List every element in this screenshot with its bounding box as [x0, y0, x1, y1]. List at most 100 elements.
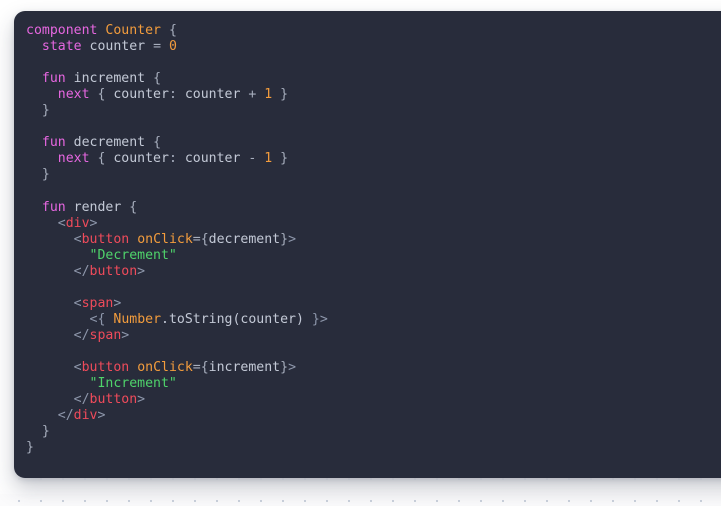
- code-token-op: :: [168, 151, 185, 167]
- code-token-op: {: [145, 71, 162, 87]
- code-token-pun: >: [97, 408, 106, 424]
- code-line: </button>: [26, 392, 721, 408]
- code-line: "Increment": [26, 376, 721, 392]
- code-token-tag: button: [89, 392, 138, 408]
- code-token-id: increment: [208, 359, 281, 375]
- code-token-op: }: [26, 103, 50, 119]
- code-token-pun: >: [137, 392, 146, 408]
- code-line: component Counter {: [26, 23, 721, 39]
- code-token-id: counter: [184, 151, 249, 167]
- source-code[interactable]: component Counter { state counter = 0 fu…: [14, 11, 721, 456]
- code-token-op: }: [26, 440, 34, 456]
- code-token-pun: >: [288, 359, 297, 375]
- code-token-id: [26, 87, 58, 102]
- code-line: </div>: [26, 408, 721, 424]
- code-token-tag: button: [89, 263, 138, 279]
- code-line: }: [26, 424, 721, 440]
- code-token-id: [26, 151, 58, 166]
- code-token-op: {: [121, 199, 138, 215]
- code-token-tag: button: [81, 231, 130, 247]
- code-line: }: [26, 440, 721, 456]
- code-token-op: }: [26, 424, 50, 440]
- code-token-op: {: [145, 135, 162, 151]
- code-token-id: [26, 376, 90, 391]
- code-token-pun: >: [137, 263, 146, 279]
- code-token-pun: >: [288, 231, 297, 247]
- code-token-op: }: [26, 167, 50, 183]
- code-token-attr: onClick: [137, 359, 193, 375]
- code-token-pun: }>: [311, 311, 328, 327]
- code-token-id: render: [65, 199, 122, 215]
- code-token-id: [129, 360, 137, 375]
- code-token-typ: Number: [113, 311, 162, 327]
- code-token-id: [26, 360, 74, 375]
- code-token-kw: next: [57, 87, 90, 103]
- code-token-pun: </: [57, 408, 74, 424]
- code-token-tag: div: [65, 215, 90, 231]
- code-token-op: :: [168, 87, 185, 103]
- code-line: }: [26, 167, 721, 183]
- code-token-id: [26, 296, 74, 311]
- code-line: <span>: [26, 296, 721, 312]
- code-token-op: }: [272, 87, 289, 103]
- code-token-id: [26, 200, 42, 215]
- code-line: fun render {: [26, 200, 721, 216]
- code-token-pun: <: [73, 359, 82, 375]
- code-token-pun: <: [73, 231, 82, 247]
- code-token-op: +: [248, 87, 265, 103]
- code-block-card: component Counter { state counter = 0 fu…: [14, 11, 721, 478]
- code-token-num: 1: [264, 87, 273, 103]
- code-line: }: [26, 103, 721, 119]
- code-line: fun increment {: [26, 71, 721, 87]
- code-token-id: [26, 264, 74, 279]
- code-token-id: [26, 328, 74, 343]
- code-token-id: decrement: [65, 135, 146, 151]
- code-token-pun: >: [113, 295, 122, 311]
- code-line: "Decrement": [26, 248, 721, 264]
- code-token-op: ={: [192, 231, 209, 247]
- code-line: next { counter: counter + 1 }: [26, 87, 721, 103]
- code-token-op: ={: [192, 359, 209, 375]
- code-token-kw: component: [26, 23, 98, 38]
- code-token-op: {: [89, 151, 114, 167]
- code-token-op: }: [280, 231, 289, 247]
- code-token-id: counter: [113, 87, 169, 103]
- code-token-pun: >: [121, 327, 130, 343]
- code-line: next { counter: counter - 1 }: [26, 151, 721, 167]
- code-token-op: }: [272, 151, 289, 167]
- code-token-pun: <{: [89, 311, 106, 327]
- code-token-id: [26, 232, 74, 247]
- code-token-kw: fun: [41, 199, 66, 215]
- code-line: </span>: [26, 328, 721, 344]
- code-token-op: {: [89, 87, 114, 103]
- code-token-id: [26, 216, 58, 231]
- code-token-tag: span: [81, 295, 114, 311]
- code-token-op: =: [153, 39, 169, 55]
- code-line: <{ Number.toString(counter) }>: [26, 312, 721, 328]
- code-token-id: .toString(counter): [161, 311, 312, 327]
- code-token-typ: Counter: [105, 23, 161, 38]
- code-token-kw: fun: [41, 135, 66, 151]
- code-line: </button>: [26, 264, 721, 280]
- code-token-pun: <: [57, 215, 66, 231]
- code-token-tag: div: [73, 408, 98, 424]
- code-token-kw: fun: [41, 71, 66, 87]
- code-line: <button onClick={decrement}>: [26, 232, 721, 248]
- code-token-op: }: [280, 359, 289, 375]
- code-token-str: "Decrement": [89, 247, 177, 263]
- code-token-pun: </: [73, 392, 90, 408]
- code-token-id: increment: [65, 71, 146, 87]
- code-token-id: decrement: [208, 231, 281, 247]
- code-line: fun decrement {: [26, 135, 721, 151]
- code-token-id: [26, 39, 42, 54]
- code-token-num: 1: [264, 151, 273, 167]
- code-line: <button onClick={increment}>: [26, 360, 721, 376]
- code-token-tag: button: [81, 359, 130, 375]
- code-token-pun: </: [73, 327, 90, 343]
- code-token-op: -: [248, 151, 265, 167]
- code-line: state counter = 0: [26, 39, 721, 55]
